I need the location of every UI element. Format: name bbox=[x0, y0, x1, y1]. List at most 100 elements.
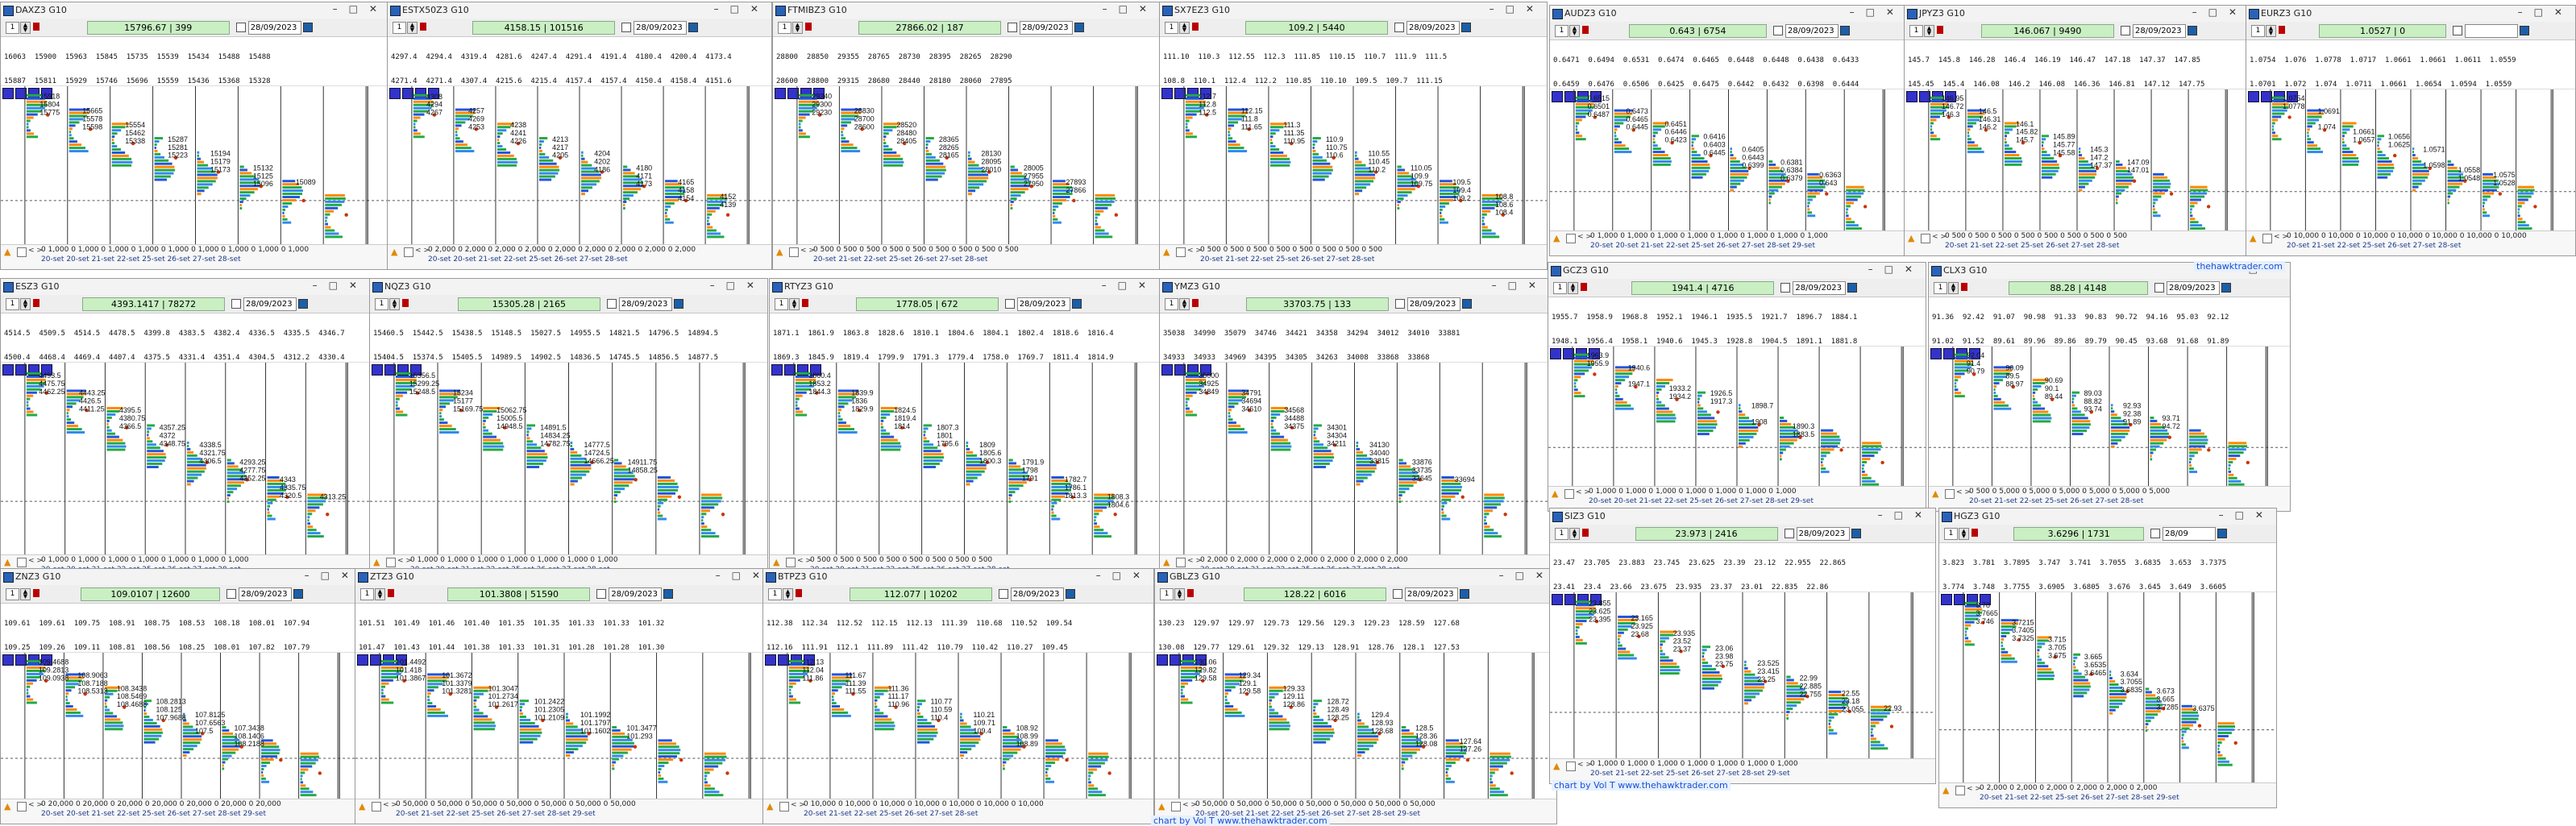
save-icon[interactable] bbox=[1074, 23, 1085, 32]
title-bar[interactable]: FTMIBZ3 G10 –□✕ bbox=[773, 2, 1160, 19]
record-icon[interactable] bbox=[1937, 26, 1943, 34]
frame-toggle[interactable] bbox=[17, 558, 27, 567]
save-icon[interactable] bbox=[2520, 26, 2529, 35]
volume-profile-chart[interactable]: 0.6515 0.6501 0.6487 0.6473 0.6465 0.6445 0.64… bbox=[1550, 89, 1907, 231]
check-box[interactable] bbox=[2154, 283, 2164, 293]
chart-window[interactable]: RTYZ3 G10 –□✕ 1 ▲ ▼ 1778.05 | 672 28/09/2… bbox=[769, 278, 1160, 580]
frame-toggle[interactable] bbox=[17, 802, 27, 811]
save-icon[interactable] bbox=[2217, 529, 2227, 538]
chart-window[interactable]: YMZ3 G10 –□✕ 1 ▲ ▼ 33703.75 | 133 28/09/2… bbox=[1159, 278, 1550, 580]
chart-window[interactable]: HGZ3 G10 –□✕ 1 ▲ ▼ 3.6296 | 1731 28/09 3.… bbox=[1938, 508, 2277, 808]
period-input[interactable]: 1 bbox=[6, 22, 19, 34]
window-controls[interactable]: –□✕ bbox=[2192, 6, 2248, 18]
title-bar[interactable]: ESTX50Z3 G10 –□✕ bbox=[388, 2, 771, 19]
spinner[interactable]: ▲ ▼ bbox=[20, 22, 31, 34]
spinner[interactable]: ▲ ▼ bbox=[792, 22, 803, 34]
save-icon[interactable] bbox=[688, 23, 699, 32]
chart-window[interactable]: FTMIBZ3 G10 –□✕ 1 ▲ ▼ 27866.02 | 187 28/0… bbox=[772, 2, 1161, 270]
window-controls[interactable]: –□✕ bbox=[1096, 570, 1152, 581]
record-icon[interactable] bbox=[33, 23, 39, 31]
save-icon[interactable] bbox=[293, 589, 303, 599]
volume-profile-chart[interactable]: 29340 29300 29230 28830 28700 28600 28520 28480… bbox=[773, 86, 1160, 245]
period-input[interactable]: 1 bbox=[1165, 22, 1178, 34]
frame-toggle[interactable] bbox=[1176, 247, 1186, 257]
check-box[interactable] bbox=[621, 23, 632, 32]
window-controls[interactable]: –□✕ bbox=[1499, 570, 1555, 581]
spinner[interactable]: ▲ ▼ bbox=[789, 298, 800, 310]
window-controls[interactable]: –□✕ bbox=[714, 3, 770, 15]
period-input[interactable]: 1 bbox=[6, 298, 19, 310]
date-field[interactable]: 28/09/2023 bbox=[1405, 587, 1458, 601]
title-bar[interactable]: JPYZ3 G10 –□✕ bbox=[1905, 6, 2250, 23]
window-controls[interactable]: –□✕ bbox=[2518, 6, 2574, 18]
frame-toggle[interactable] bbox=[789, 247, 799, 257]
volume-profile-chart[interactable]: 35000 34925 34849 34791 34694 34610 34568 34488… bbox=[1160, 363, 1549, 555]
record-icon[interactable] bbox=[805, 23, 812, 31]
date-field[interactable]: 28/09/2023 bbox=[1406, 297, 1460, 311]
volume-profile-chart[interactable]: 1.0754 1.0778 1.074 1.0691 1.0661 1.0657 1.065… bbox=[2246, 89, 2575, 231]
period-input[interactable]: 1 bbox=[1934, 282, 1947, 294]
record-icon[interactable] bbox=[1581, 283, 1587, 291]
period-input[interactable]: 1 bbox=[1944, 528, 1958, 540]
title-bar[interactable]: ZNZ3 G10 –□✕ bbox=[1, 569, 362, 586]
frame-toggle[interactable] bbox=[372, 802, 381, 811]
window-controls[interactable]: –□✕ bbox=[1878, 509, 1934, 521]
period-input[interactable]: 1 bbox=[1909, 25, 1923, 37]
window-controls[interactable]: –□✕ bbox=[1850, 6, 1905, 18]
title-bar[interactable]: GBLZ3 G10 –□✕ bbox=[1155, 569, 1556, 586]
chart-window[interactable]: JPYZ3 G10 –□✕ 1 ▲ ▼ 146.067 | 9490 28/09/… bbox=[1904, 5, 2250, 256]
window-controls[interactable]: –□✕ bbox=[1868, 264, 1924, 275]
title-bar[interactable]: YMZ3 G10 –□✕ bbox=[1160, 279, 1549, 296]
date-field[interactable]: 28/09/2023 bbox=[1020, 21, 1074, 35]
record-icon[interactable] bbox=[388, 589, 394, 597]
frame-toggle[interactable] bbox=[17, 247, 27, 257]
title-bar[interactable]: HGZ3 G10 –□✕ bbox=[1939, 508, 2276, 525]
save-icon[interactable] bbox=[673, 299, 683, 309]
spinner[interactable]: ▲ ▼ bbox=[1179, 298, 1190, 310]
frame-toggle[interactable] bbox=[1566, 234, 1576, 243]
date-field[interactable]: 28/09/2023 bbox=[618, 297, 672, 311]
frame-toggle[interactable] bbox=[1566, 762, 1576, 771]
period-input[interactable]: 1 bbox=[1555, 528, 1568, 540]
window-controls[interactable]: –□✕ bbox=[1102, 280, 1157, 291]
record-icon[interactable] bbox=[1961, 283, 1967, 291]
frame-toggle[interactable] bbox=[1955, 786, 1965, 795]
title-bar[interactable]: AUDZ3 G10 –□✕ bbox=[1550, 6, 1907, 23]
chart-window[interactable]: SIZ3 G10 –□✕ 1 ▲ ▼ 23.973 | 2416 28/09/20… bbox=[1549, 508, 1936, 784]
record-icon[interactable] bbox=[1971, 529, 1978, 537]
period-input[interactable]: 1 bbox=[1160, 588, 1174, 600]
record-icon[interactable] bbox=[33, 299, 39, 307]
record-icon[interactable] bbox=[1582, 26, 1589, 34]
volume-profile-chart[interactable]: 23.855 23.625 23.395 23.165 23.925 23.68 23.93… bbox=[1550, 592, 1935, 759]
watermark-link-vol[interactable]: chart by Vol T www.thehawktrader.com bbox=[1552, 780, 1730, 791]
date-field[interactable] bbox=[2465, 24, 2518, 38]
save-icon[interactable] bbox=[1460, 589, 1469, 599]
check-box[interactable] bbox=[1394, 299, 1405, 309]
date-field[interactable]: 28/09/2023 bbox=[239, 587, 292, 601]
frame-toggle[interactable] bbox=[1945, 489, 1955, 499]
window-controls[interactable]: –□✕ bbox=[333, 3, 388, 15]
check-box[interactable] bbox=[606, 299, 617, 309]
date-field[interactable]: 28/09/2023 bbox=[609, 587, 663, 601]
date-field[interactable]: 28/09/2023 bbox=[1785, 24, 1839, 38]
save-icon[interactable] bbox=[1840, 26, 1850, 35]
date-field[interactable]: 28/09/2023 bbox=[1793, 281, 1847, 295]
period-input[interactable]: 1 bbox=[2251, 25, 2265, 37]
watermark-link-vol-2[interactable]: chart by Vol T www.thehawktrader.com bbox=[1151, 816, 1330, 826]
chart-window[interactable]: AUDZ3 G10 –□✕ 1 ▲ ▼ 0.643 | 6754 28/09/20… bbox=[1549, 5, 1908, 256]
frame-toggle[interactable] bbox=[2262, 234, 2272, 243]
check-box[interactable] bbox=[2453, 26, 2462, 35]
volume-profile-chart[interactable]: 1963.9 1955.9 1947.1 1940.6 1933.2 1934.2 1926… bbox=[1548, 347, 1926, 487]
date-field[interactable]: 28/09/2023 bbox=[1406, 21, 1460, 35]
save-icon[interactable] bbox=[2221, 283, 2231, 293]
check-box[interactable] bbox=[1393, 589, 1402, 599]
date-field[interactable]: 28/09 bbox=[2163, 527, 2216, 541]
volume-profile-chart[interactable]: 109.4688 109.2813 109.0938 108.9063 108.7188… bbox=[1, 653, 362, 799]
title-bar[interactable]: BTPZ3 G10 –□✕ bbox=[763, 569, 1153, 586]
window-controls[interactable]: –□✕ bbox=[1492, 280, 1548, 291]
spinner[interactable]: ▲ ▼ bbox=[389, 298, 400, 310]
spinner[interactable]: ▲ ▼ bbox=[1568, 282, 1578, 294]
title-bar[interactable]: NQZ3 G10 –□✕ bbox=[370, 279, 767, 296]
title-bar[interactable]: RTYZ3 G10 –□✕ bbox=[770, 279, 1159, 296]
volume-profile-chart[interactable]: 92.04 91.4 90.79 90.09 89.5 88.97 90.69 90.1 89.… bbox=[1929, 347, 2290, 487]
